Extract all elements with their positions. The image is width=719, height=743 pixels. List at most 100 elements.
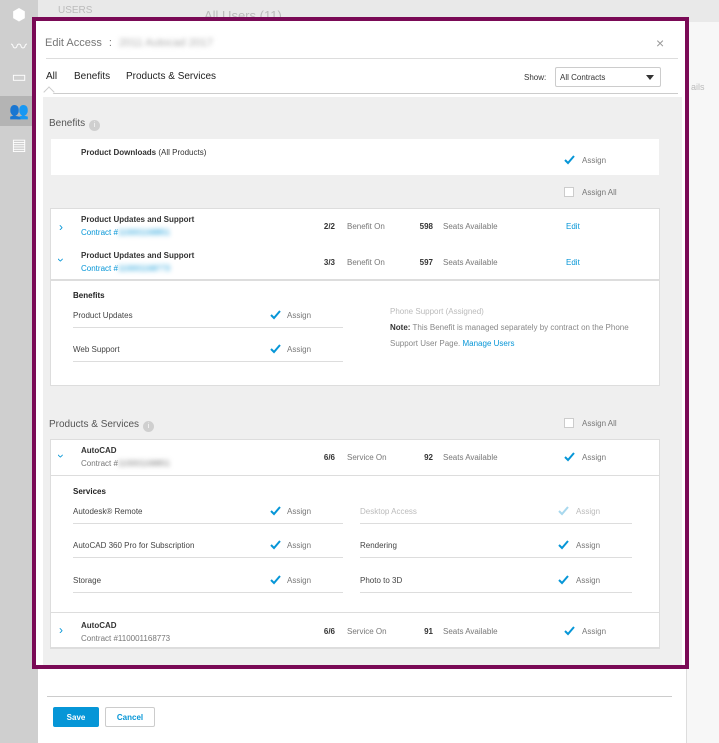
benefit-row-edit-link[interactable]: Edit [566, 222, 580, 231]
services-panel: Services Autodesk® Remote Assign AutoCAD… [51, 476, 659, 612]
benefit-item-checkbox[interactable] [270, 343, 281, 354]
footer-divider [47, 696, 672, 697]
service-item-checkbox[interactable] [270, 574, 281, 585]
service-item-assign: Assign [576, 541, 601, 550]
products-assign-all-label: Assign All [582, 419, 617, 428]
phone-support-note: Note: This Benefit is managed separately… [390, 320, 652, 352]
product-row[interactable]: › AutoCAD Contract #110001168773 6/6 Ser… [51, 612, 659, 648]
chevron-down-icon[interactable]: › [54, 454, 68, 458]
product-row-assign: Assign [582, 453, 607, 462]
dialog-header: Edit Access : 2011 Autocad 2017 × [36, 21, 685, 59]
save-button[interactable]: Save [53, 707, 99, 727]
benefit-row-contract[interactable]: Contract #110001168851 [81, 228, 170, 237]
tab-all[interactable]: All [46, 71, 57, 82]
tabs-underline [46, 93, 678, 94]
benefit-row-seats-label: Seats Available [443, 258, 498, 267]
chevron-right-icon[interactable]: › [59, 623, 63, 637]
dialog-footer: Save Cancel [38, 668, 686, 743]
benefit-item-checkbox[interactable] [270, 309, 281, 320]
active-tab-caret [43, 86, 55, 98]
benefit-row-seats-label: Seats Available [443, 222, 498, 231]
header-divider [46, 58, 678, 59]
benefit-row-contract-num: 110001168851 [117, 228, 171, 237]
product-downloads-name: Product Downloads [81, 148, 157, 157]
contracts-select-value: All Contracts [560, 72, 606, 82]
products-services-heading: Products & Services i [49, 419, 155, 432]
service-item-assign: Assign [287, 541, 312, 550]
service-item-label: AutoCAD 360 Pro for Subscription [73, 541, 195, 550]
users-nav-label: USERS [58, 5, 93, 16]
products-assign-all-checkbox[interactable] [564, 418, 574, 428]
benefit-row-contract[interactable]: Contract #110001168773 [81, 264, 170, 273]
tab-benefits[interactable]: Benefits [74, 71, 110, 82]
benefit-details-title: Benefits [73, 291, 105, 300]
contracts-select[interactable]: All Contracts [555, 67, 661, 87]
service-item-divider [360, 592, 632, 593]
benefit-row-seats: 597 [419, 258, 433, 267]
benefit-row[interactable]: › Product Updates and Support Contract #… [51, 244, 659, 280]
product-row-seats-label: Seats Available [443, 627, 498, 636]
product-row-name: AutoCAD [81, 621, 117, 630]
product-downloads-assign-label: Assign [582, 156, 607, 165]
product-downloads-label: Product Downloads (All Products) [81, 148, 206, 157]
background-right-text: ails [691, 82, 705, 92]
products-card: › AutoCAD Contract #110001168851 6/6 Ser… [51, 440, 659, 648]
benefits-heading-text: Benefits [49, 118, 86, 129]
edit-access-dialog: Edit Access : 2011 Autocad 2017 × All Be… [32, 17, 689, 669]
manage-users-link[interactable]: Manage Users [462, 339, 514, 348]
product-row-seats: 91 [424, 627, 433, 636]
product-row[interactable]: › AutoCAD Contract #110001168851 6/6 Ser… [51, 440, 659, 476]
info-icon[interactable]: i [143, 421, 155, 432]
benefit-item-label: Web Support [73, 345, 120, 354]
dialog-body: Benefits i Product Downloads (All Product… [43, 97, 682, 665]
benefit-item-label: Product Updates [73, 311, 133, 320]
benefit-row-status: Benefit On [347, 222, 385, 231]
service-item-checkbox[interactable] [270, 505, 281, 516]
product-row-status: Service On [347, 627, 387, 636]
service-item-label: Storage [73, 576, 102, 585]
product-row-assign: Assign [582, 627, 607, 636]
product-downloads-checkbox[interactable] [564, 154, 575, 165]
show-label: Show: [524, 73, 547, 82]
dialog-title: Edit Access : 2011 Autocad 2017 [45, 37, 213, 49]
benefit-row[interactable]: › Product Updates and Support Contract #… [51, 209, 659, 245]
product-row-seats: 92 [424, 453, 433, 462]
product-row-count: 6/6 [323, 453, 335, 462]
benefit-row-status: Benefit On [347, 258, 385, 267]
cancel-button[interactable]: Cancel [105, 707, 155, 727]
chevron-down-icon[interactable]: › [54, 258, 68, 262]
info-icon[interactable]: i [89, 120, 101, 131]
service-item-checkbox[interactable] [558, 539, 569, 550]
service-item-checkbox[interactable] [270, 539, 281, 550]
benefits-assign-all-checkbox[interactable] [564, 187, 574, 197]
service-item-assign: Assign [287, 576, 312, 585]
service-item-label: Rendering [360, 541, 397, 550]
product-row-contract: Contract #110001168851 [81, 459, 170, 468]
benefit-item-divider [73, 361, 343, 362]
product-row-name: AutoCAD [81, 446, 117, 455]
product-row-checkbox[interactable] [564, 625, 575, 636]
benefit-item-assign: Assign [287, 311, 312, 320]
tab-products-services[interactable]: Products & Services [126, 71, 216, 82]
service-item-divider [73, 557, 343, 558]
product-row-contract-prefix: Contract # [81, 459, 118, 468]
benefit-row-count: 3/3 [323, 258, 335, 267]
benefit-row-contract-prefix: Contract # [81, 264, 118, 273]
service-item-checkbox[interactable] [558, 574, 569, 585]
benefit-details-panel: Benefits Product Updates Assign Web Supp… [51, 280, 659, 383]
benefit-contracts-card: › Product Updates and Support Contract #… [51, 209, 659, 385]
benefit-row-name: Product Updates and Support [81, 215, 195, 224]
benefit-item-assign: Assign [287, 345, 312, 354]
services-title: Services [73, 487, 106, 496]
products-services-heading-text: Products & Services [49, 419, 140, 430]
service-item-label: Autodesk® Remote [73, 507, 143, 516]
background-right-column: ails [686, 22, 719, 743]
close-icon[interactable]: × [656, 35, 664, 51]
benefit-item-divider [73, 327, 343, 328]
product-row-checkbox[interactable] [564, 451, 575, 462]
benefit-row-edit-link[interactable]: Edit [566, 258, 580, 267]
service-item-divider [360, 523, 632, 524]
chevron-right-icon[interactable]: › [59, 220, 63, 234]
benefits-heading: Benefits i [49, 118, 101, 131]
service-item-assign: Assign [287, 507, 312, 516]
